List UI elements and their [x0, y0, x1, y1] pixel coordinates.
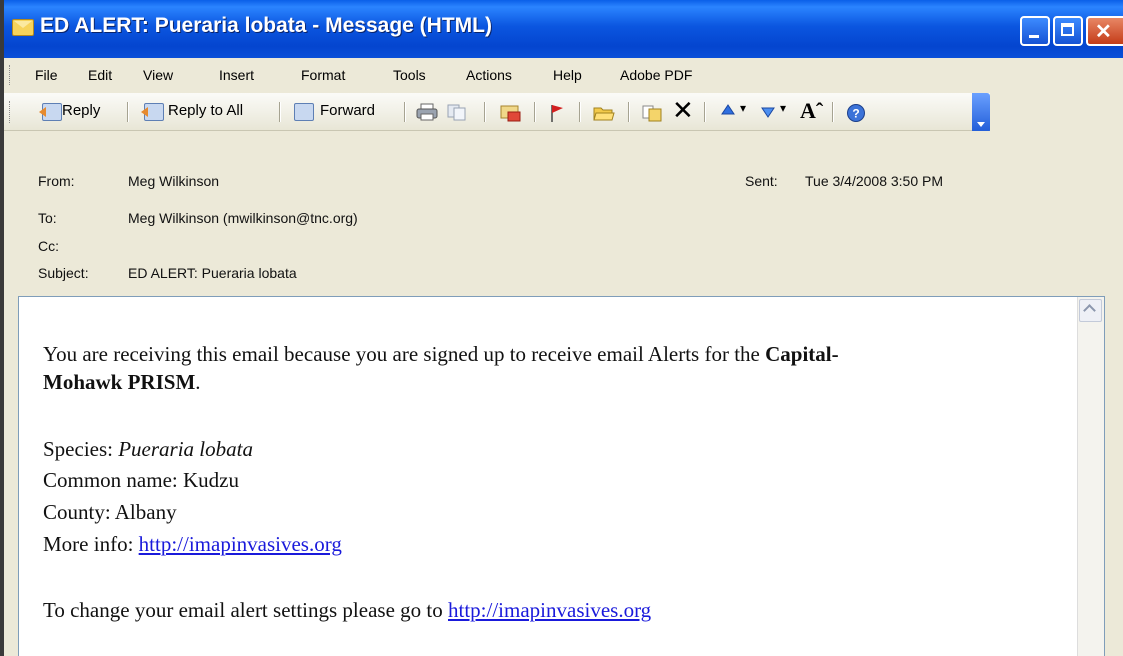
envelope-icon [12, 19, 34, 36]
toolbar-separator [279, 102, 281, 122]
more-info-label: More info: [43, 532, 139, 556]
common-name-line: Common name: Kudzu [43, 468, 239, 492]
species-value: Pueraria lobata [118, 437, 253, 461]
sent-value: Tue 3/4/2008 3:50 PM [805, 173, 944, 189]
menu-format[interactable]: Format [301, 67, 345, 83]
reply-icon [39, 103, 62, 121]
message-body[interactable]: You are receiving this email because you… [18, 296, 1105, 656]
to-label: To: [38, 210, 57, 226]
chevron-down-icon[interactable]: ▾ [740, 101, 750, 115]
to-value[interactable]: Meg Wilkinson (mwilkinson@tnc.org) [128, 210, 358, 226]
forward-icon [294, 103, 314, 121]
flag-icon[interactable] [549, 103, 565, 123]
chevron-down-icon[interactable]: ▾ [780, 101, 790, 115]
menu-view[interactable]: View [143, 67, 173, 83]
message-header: From: Meg Wilkinson Sent: Tue 3/4/2008 3… [4, 131, 1123, 295]
title-bar[interactable]: ED ALERT: Pueraria lobata - Message (HTM… [4, 0, 1123, 59]
settings-link[interactable]: http://imapinvasives.org [448, 598, 651, 622]
move-icon[interactable] [641, 103, 663, 123]
toolbar-separator [832, 102, 834, 122]
menu-file[interactable]: File [35, 67, 58, 83]
move-to-folder-icon[interactable] [500, 103, 522, 123]
menu-insert[interactable]: Insert [219, 67, 254, 83]
subject-value: ED ALERT: Pueraria lobata [128, 265, 297, 281]
delete-icon[interactable]: ✕ [672, 97, 696, 123]
settings-line: To change your email alert settings plea… [43, 598, 651, 623]
help-icon[interactable]: ? [846, 103, 866, 123]
prism-name-part-1: Capital- [765, 342, 839, 366]
cc-label: Cc: [38, 238, 59, 254]
intro-text: You are receiving this email because you… [43, 342, 766, 366]
species-line: Species: Pueraria lobata [43, 437, 253, 462]
reply-button[interactable]: Reply [62, 102, 100, 119]
previous-item-icon[interactable] [720, 103, 736, 119]
intro-period: . [195, 370, 201, 394]
menubar-grip[interactable] [9, 65, 12, 85]
menu-help[interactable]: Help [553, 67, 582, 83]
subject-label: Subject: [38, 265, 89, 281]
county-line: County: Albany [43, 500, 177, 524]
toolbar: Reply Reply to All Forward ✕ ▾ ▾ Aˆ ? [4, 93, 990, 131]
from-value: Meg Wilkinson [128, 173, 220, 189]
menu-bar: File Edit View Insert Format Tools Actio… [4, 58, 1123, 93]
more-info-line: More info: http://imapinvasives.org [43, 532, 342, 557]
next-item-icon[interactable] [760, 103, 776, 119]
more-info-link[interactable]: http://imapinvasives.org [139, 532, 342, 556]
intro-line-2: Mohawk PRISM. [43, 370, 201, 395]
settings-text: To change your email alert settings plea… [43, 598, 448, 622]
scroll-up-button[interactable] [1079, 299, 1102, 322]
open-folder-icon[interactable] [593, 103, 615, 123]
maximize-button[interactable] [1053, 16, 1083, 46]
toolbar-separator [534, 102, 536, 122]
print-icon[interactable] [416, 103, 438, 121]
vertical-scrollbar[interactable] [1077, 297, 1104, 656]
svg-text:?: ? [852, 107, 859, 121]
toolbar-grip[interactable] [9, 101, 12, 123]
forward-button[interactable]: Forward [320, 102, 375, 119]
prism-name-part-2: Mohawk PRISM [43, 370, 196, 394]
toolbar-separator [404, 102, 406, 122]
from-label: From: [38, 173, 75, 189]
toolbar-separator [628, 102, 630, 122]
menu-tools[interactable]: Tools [393, 67, 426, 83]
intro-line-1: You are receiving this email because you… [43, 342, 839, 367]
species-label: Species: [43, 437, 119, 461]
toolbar-separator [704, 102, 706, 122]
minimize-button[interactable] [1020, 16, 1050, 46]
menu-edit[interactable]: Edit [88, 67, 112, 83]
message-window: ED ALERT: Pueraria lobata - Message (HTM… [4, 0, 1123, 656]
toolbar-separator [484, 102, 486, 122]
toolbar-separator [127, 102, 129, 122]
font-size-icon[interactable]: Aˆ [800, 98, 823, 124]
reply-all-button[interactable]: Reply to All [168, 102, 243, 119]
menu-adobe-pdf[interactable]: Adobe PDF [620, 67, 692, 83]
copy-icon[interactable] [446, 103, 468, 121]
window-title: ED ALERT: Pueraria lobata - Message (HTM… [40, 14, 492, 37]
menu-actions[interactable]: Actions [466, 67, 512, 83]
sent-label: Sent: [745, 173, 778, 189]
toolbar-separator [579, 102, 581, 122]
close-button[interactable] [1086, 16, 1123, 46]
reply-all-icon [141, 103, 164, 121]
toolbar-options-button[interactable] [972, 93, 990, 133]
